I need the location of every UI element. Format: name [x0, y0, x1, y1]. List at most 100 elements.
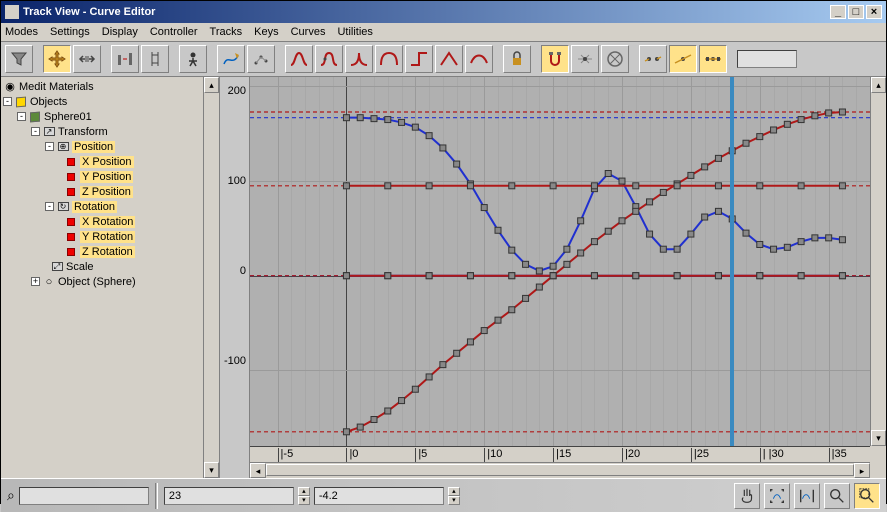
- menu-controller[interactable]: Controller: [150, 26, 198, 38]
- statusbar: ⌕ 23 ▴▾ -4.2 ▴▾: [1, 478, 886, 512]
- tree-medit[interactable]: Medit Materials: [19, 81, 94, 93]
- tree-rotation[interactable]: Rotation: [72, 201, 117, 213]
- tree-scrollbar[interactable]: ▴ ▾: [203, 77, 219, 478]
- expander-icon[interactable]: -: [45, 142, 54, 151]
- tree-scale[interactable]: Scale: [66, 261, 94, 273]
- scroll-up-button[interactable]: ▴: [871, 77, 886, 93]
- menu-settings[interactable]: Settings: [50, 26, 90, 38]
- y-tick: 100: [228, 175, 246, 187]
- key-icon: [67, 248, 75, 256]
- y-tick: -100: [224, 355, 246, 367]
- rotation-icon: ↻: [58, 202, 69, 211]
- curves-svg: [250, 77, 870, 446]
- tangent-custom-button[interactable]: [315, 45, 343, 73]
- expander-icon[interactable]: -: [45, 202, 54, 211]
- zoom-horiz-button[interactable]: [794, 483, 820, 509]
- snap-toggle-button[interactable]: [541, 45, 569, 73]
- x-tick: |5: [415, 448, 427, 462]
- menu-display[interactable]: Display: [102, 26, 138, 38]
- param-curve-button[interactable]: [179, 45, 207, 73]
- menu-modes[interactable]: Modes: [5, 26, 38, 38]
- show-tangents-button[interactable]: [571, 45, 599, 73]
- lock-handles-button[interactable]: [699, 45, 727, 73]
- scale-icon: ⤢: [52, 262, 63, 271]
- plot-vscrollbar[interactable]: ▴ ▾: [870, 77, 886, 446]
- slide-keys-button[interactable]: [73, 45, 101, 73]
- scroll-left-button[interactable]: ◂: [250, 463, 266, 478]
- x-tick: |10: [484, 448, 502, 462]
- scroll-up-button[interactable]: ▴: [204, 77, 219, 93]
- zoom-region-button[interactable]: [854, 483, 880, 509]
- app-icon: [5, 5, 19, 19]
- minimize-button[interactable]: _: [830, 5, 846, 19]
- frame-field[interactable]: 23: [164, 487, 294, 505]
- menu-utilities[interactable]: Utilities: [337, 26, 372, 38]
- menu-keys[interactable]: Keys: [254, 26, 278, 38]
- expander-icon[interactable]: +: [31, 277, 40, 286]
- lock-selection-button[interactable]: [141, 45, 169, 73]
- scroll-thumb[interactable]: [204, 93, 219, 462]
- tree-transform[interactable]: Transform: [58, 126, 108, 138]
- selection-icon: ⌕: [7, 487, 15, 504]
- move-keys-button[interactable]: [43, 45, 71, 73]
- hierarchy-tree[interactable]: ◉Medit Materials -Objects -Sphere01 -↗Tr…: [1, 77, 203, 478]
- tree-zpos[interactable]: Z Position: [80, 186, 133, 198]
- main-area: ◉Medit Materials -Objects -Sphere01 -↗Tr…: [1, 77, 886, 478]
- circle-icon: ○: [42, 276, 56, 288]
- value-field[interactable]: -4.2: [314, 487, 444, 505]
- draw-curves-button[interactable]: [217, 45, 245, 73]
- key-icon: [67, 233, 75, 241]
- zoom-extents-button[interactable]: [764, 483, 790, 509]
- scroll-thumb[interactable]: [266, 464, 854, 476]
- maximize-button[interactable]: □: [848, 5, 864, 19]
- curve-plot[interactable]: [250, 77, 870, 446]
- filter-tracks-button[interactable]: [5, 45, 33, 73]
- close-button[interactable]: ×: [866, 5, 882, 19]
- x-tick: |20: [622, 448, 640, 462]
- expander-icon[interactable]: -: [3, 97, 12, 106]
- y-tick: 200: [228, 85, 246, 97]
- frame-spinner[interactable]: ▴▾: [298, 487, 310, 505]
- x-tick: |0: [346, 448, 358, 462]
- show-all-tangents-button[interactable]: [601, 45, 629, 73]
- time-cursor[interactable]: [730, 77, 734, 446]
- break-tangents-button[interactable]: [639, 45, 667, 73]
- scroll-right-button[interactable]: ▸: [854, 463, 870, 478]
- value-spinner[interactable]: ▴▾: [448, 487, 460, 505]
- menu-tracks[interactable]: Tracks: [210, 26, 243, 38]
- tree-ypos[interactable]: Y Position: [80, 171, 133, 183]
- tree-yrot[interactable]: Y Rotation: [80, 231, 135, 243]
- tangent-step-button[interactable]: [405, 45, 433, 73]
- tangent-slow-button[interactable]: [375, 45, 403, 73]
- tree-sphere[interactable]: Sphere01: [44, 111, 92, 123]
- menu-curves[interactable]: Curves: [291, 26, 326, 38]
- toolbar-value-field[interactable]: [737, 50, 797, 68]
- reduce-keys-button[interactable]: [247, 45, 275, 73]
- scroll-down-button[interactable]: ▾: [871, 430, 886, 446]
- toolbar: [1, 42, 886, 77]
- tree-position[interactable]: Position: [72, 141, 115, 153]
- key-icon: [67, 188, 75, 196]
- expander-icon[interactable]: -: [17, 112, 26, 121]
- tangent-auto-button[interactable]: [285, 45, 313, 73]
- y-axis: 200 100 0 -100: [220, 77, 250, 446]
- x-axis: |-5|0|5|10|15|20|25| |30|35: [250, 446, 870, 462]
- tangent-fast-button[interactable]: [345, 45, 373, 73]
- snap-frames-button[interactable]: [111, 45, 139, 73]
- expander-icon[interactable]: -: [31, 127, 40, 136]
- tangent-linear-button[interactable]: [435, 45, 463, 73]
- tree-xrot[interactable]: X Rotation: [80, 216, 135, 228]
- lock-tangents-button[interactable]: [503, 45, 531, 73]
- plot-hscrollbar[interactable]: ◂ ▸: [250, 462, 870, 478]
- tree-object[interactable]: Object (Sphere): [58, 276, 136, 288]
- selection-field[interactable]: [19, 487, 149, 505]
- y-tick: 0: [240, 265, 246, 277]
- tangent-smooth-button[interactable]: [465, 45, 493, 73]
- unify-tangents-button[interactable]: [669, 45, 697, 73]
- tree-zrot[interactable]: Z Rotation: [80, 246, 135, 258]
- tree-xpos[interactable]: X Position: [80, 156, 134, 168]
- pan-button[interactable]: [734, 483, 760, 509]
- tree-objects[interactable]: Objects: [30, 96, 67, 108]
- scroll-down-button[interactable]: ▾: [204, 462, 219, 478]
- zoom-button[interactable]: [824, 483, 850, 509]
